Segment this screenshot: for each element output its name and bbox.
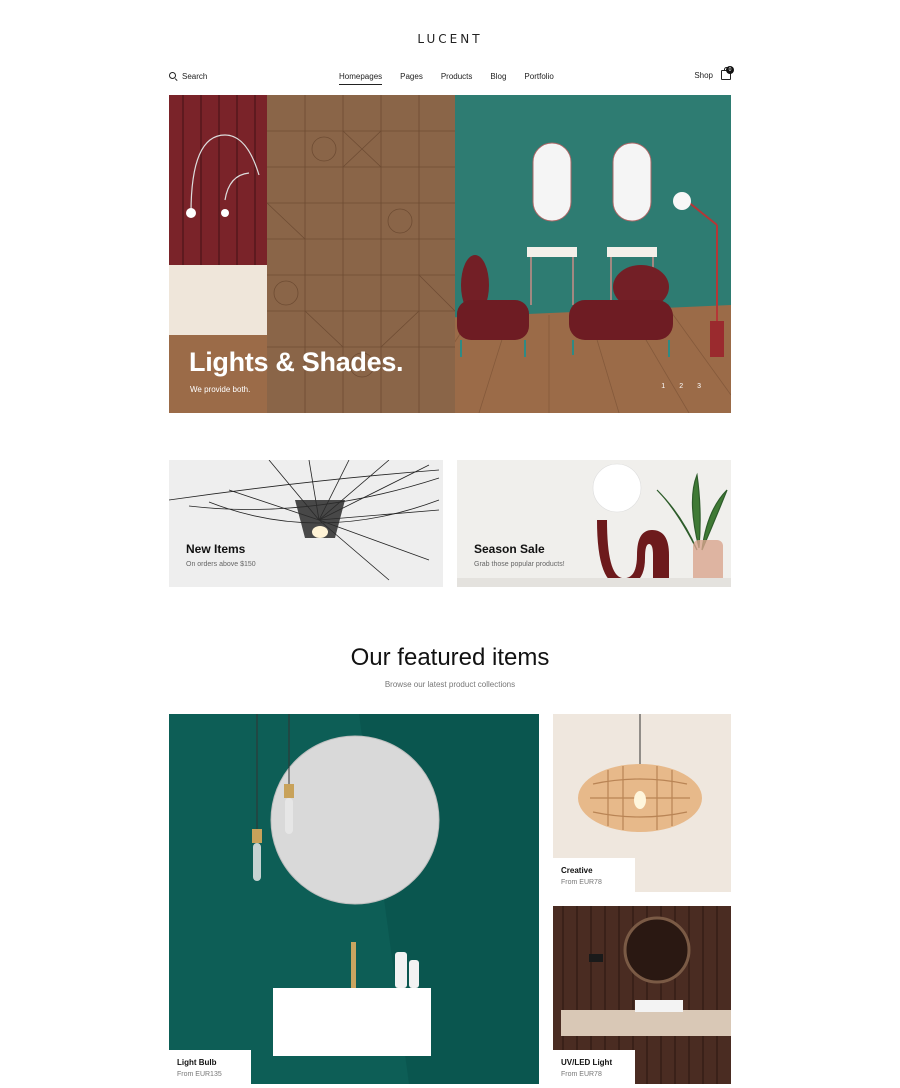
product-name: Light Bulb: [177, 1058, 217, 1067]
promo-subtitle: On orders above $150: [186, 561, 256, 568]
search-button[interactable]: Search: [169, 72, 207, 81]
cart-count-badge: 0: [726, 66, 734, 74]
menu-item-blog[interactable]: Blog: [490, 72, 506, 85]
featured-subtitle: Browse our latest product collections: [384, 680, 516, 689]
product-name: UV/LED Light: [561, 1058, 613, 1067]
shopping-bag-icon[interactable]: 0: [721, 66, 734, 80]
promo-subtitle: Grab those popular products!: [474, 561, 565, 568]
main-navigation: Search Homepages Pages Products Blog Por…: [169, 66, 734, 88]
promo-new-items[interactable]: New Items On orders above $150: [169, 460, 443, 587]
product-card-creative[interactable]: Creative From EUR78: [553, 714, 731, 892]
hero-title: Lights & Shades.: [189, 347, 404, 377]
site-logo[interactable]: LUCENT: [0, 32, 900, 46]
shop-link[interactable]: Shop 0: [694, 66, 734, 80]
menu-item-portfolio[interactable]: Portfolio: [524, 72, 553, 85]
hero-slider: Lights & Shades. We provide both. 1 2 3: [169, 95, 731, 413]
shop-label: Shop: [694, 70, 713, 80]
product-price: From EUR78: [561, 1071, 602, 1078]
product-label: UV/LED Light From EUR78: [553, 1050, 635, 1084]
bathroom-mirror-image: [169, 714, 539, 1084]
promo-season-sale[interactable]: Season Sale Grab those popular products!: [457, 460, 731, 587]
promo-title: Season Sale: [474, 542, 545, 556]
menu-item-pages[interactable]: Pages: [400, 72, 423, 85]
product-label: Light Bulb From EUR135: [169, 1050, 251, 1084]
product-card-light-bulb[interactable]: Light Bulb From EUR135: [169, 714, 539, 1084]
slide-3-button[interactable]: 3: [697, 383, 701, 390]
slider-pagination: 1 2 3: [661, 383, 701, 390]
menu: Homepages Pages Products Blog Portfolio: [339, 72, 554, 85]
search-icon: [169, 72, 178, 81]
menu-item-homepages[interactable]: Homepages: [339, 72, 383, 85]
menu-item-products[interactable]: Products: [441, 72, 473, 85]
slide-1-button[interactable]: 1: [661, 383, 665, 390]
product-card-uv-led-light[interactable]: UV/LED Light From EUR78: [553, 906, 731, 1084]
hero-subtitle: We provide both.: [190, 385, 251, 394]
product-name: Creative: [561, 866, 593, 875]
slide-2-button[interactable]: 2: [679, 383, 683, 390]
product-price: From EUR135: [177, 1071, 222, 1078]
product-price: From EUR78: [561, 879, 602, 886]
promo-title: New Items: [186, 542, 246, 556]
featured-title: Our featured items: [350, 644, 550, 671]
search-label: Search: [182, 72, 208, 81]
product-label: Creative From EUR78: [553, 858, 635, 892]
